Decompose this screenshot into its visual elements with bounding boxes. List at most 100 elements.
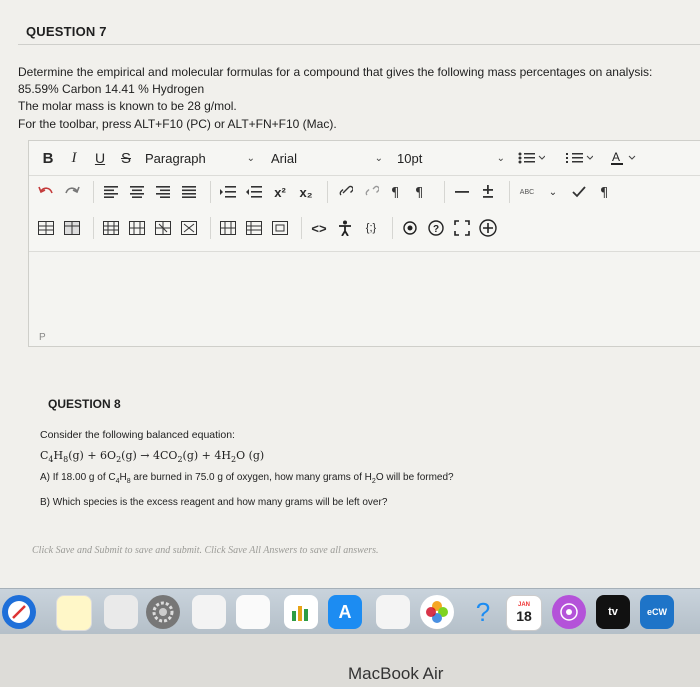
help-app-icon[interactable]: ? <box>466 595 500 629</box>
question-7-line-1: Determine the empirical and molecular fo… <box>18 65 653 79</box>
numbers-icon[interactable] <box>284 595 318 629</box>
toolbar-separator <box>93 217 94 239</box>
spellcheck-button[interactable]: ABC <box>516 179 538 205</box>
part-a-text: H <box>119 472 127 483</box>
add-content-button[interactable] <box>477 215 499 241</box>
checkmark-button[interactable] <box>568 179 590 205</box>
toolbar-row-1: B I U S Paragraph ⌄ Arial ⌄ 10pt ⌄ A <box>29 141 700 176</box>
italic-button[interactable]: I <box>63 145 85 171</box>
align-right-button[interactable] <box>152 179 174 205</box>
podcasts-icon[interactable] <box>552 595 586 629</box>
font-size-select[interactable]: 10pt ⌄ <box>393 145 509 171</box>
redo-button[interactable] <box>61 179 83 205</box>
toolbar-separator <box>327 181 328 203</box>
formula-button[interactable]: {;} <box>360 215 382 241</box>
editor-text-area[interactable]: P <box>29 251 700 346</box>
underline-button[interactable]: U <box>89 145 111 171</box>
bold-button[interactable]: B <box>37 145 59 171</box>
paragraph-select[interactable]: Paragraph ⌄ <box>141 145 259 171</box>
horizontal-line-button[interactable] <box>451 179 473 205</box>
fullscreen-button[interactable] <box>451 215 473 241</box>
table-icon <box>38 221 54 235</box>
notes-icon[interactable] <box>56 595 92 631</box>
cell-properties-icon <box>272 221 288 235</box>
calendar-icon[interactable]: JAN 18 <box>506 595 542 631</box>
insert-table-button[interactable] <box>35 215 57 241</box>
save-instructions: Click Save and Submit to save and submit… <box>32 545 379 556</box>
superscript-button[interactable]: x² <box>269 179 291 205</box>
chevron-down-icon: ⌄ <box>374 152 383 164</box>
eq-part: (g) → 4CO <box>121 449 178 462</box>
horizontal-line-icon <box>455 191 469 193</box>
preview-app-icon[interactable] <box>104 595 138 629</box>
font-family-select-value: Arial <box>271 150 298 166</box>
element-path: P <box>39 332 46 343</box>
strikethrough-button[interactable]: S <box>115 145 137 171</box>
bullet-list-button[interactable] <box>509 145 553 171</box>
undo-icon <box>38 186 53 194</box>
remove-link-button[interactable] <box>360 179 382 205</box>
merge-cells-button[interactable] <box>217 215 239 241</box>
dock: A ? JAN 18 tv eCW <box>0 588 700 635</box>
browser-page: QUESTION 7 Determine the empirical and m… <box>0 0 700 590</box>
eq-part: (g) + 4H <box>182 449 231 462</box>
rtl-button[interactable]: ¶ <box>412 179 434 205</box>
podcast-icon <box>560 603 578 621</box>
split-cells-button[interactable] <box>243 215 265 241</box>
photos-icon[interactable] <box>420 595 454 629</box>
plus-minus-icon <box>483 185 493 198</box>
toolbar-separator <box>301 217 302 239</box>
part-a-text: are burned in 75.0 g of oxygen, how many… <box>130 472 372 483</box>
table-properties-icon <box>64 221 80 235</box>
align-justify-button[interactable] <box>178 179 200 205</box>
plus-minus-button[interactable] <box>477 179 499 205</box>
help-icon: ? <box>428 220 444 236</box>
indent-button[interactable] <box>217 179 239 205</box>
ecw-app-icon[interactable]: eCW <box>640 595 674 629</box>
system-preferences-icon[interactable] <box>146 595 180 629</box>
apple-tv-icon[interactable]: tv <box>596 595 630 629</box>
align-center-button[interactable] <box>126 179 148 205</box>
preview-button[interactable] <box>399 215 421 241</box>
text-color-button[interactable]: A <box>605 145 645 171</box>
accessibility-icon <box>339 220 351 236</box>
source-code-button[interactable]: <> <box>308 215 330 241</box>
safari-icon[interactable] <box>2 595 36 629</box>
eq-part: (g) + 6O <box>68 449 117 462</box>
toolbar-hint: For the toolbar, press ALT+F10 (PC) or A… <box>18 117 337 131</box>
toolbar-separator <box>392 217 393 239</box>
part-a-text: A) If 18.00 g of C <box>40 472 116 483</box>
utilities-icon[interactable] <box>192 595 226 629</box>
align-left-button[interactable] <box>100 179 122 205</box>
numbered-list-button[interactable] <box>557 145 601 171</box>
cell-properties-button[interactable] <box>269 215 291 241</box>
svg-text:¶: ¶ <box>600 186 608 199</box>
svg-text:¶: ¶ <box>391 186 399 199</box>
gear-icon <box>152 601 174 623</box>
toolbar-row-2: x² x₂ ¶ ¶ ABC ⌄ ¶ <box>29 175 700 209</box>
photo-booth-icon[interactable] <box>376 595 410 629</box>
chevron-down-icon[interactable]: ⌄ <box>542 179 564 205</box>
subscript-button[interactable]: x₂ <box>295 179 317 205</box>
delete-table-icon <box>181 221 197 235</box>
app-store-icon[interactable]: A <box>328 595 362 629</box>
accessibility-button[interactable] <box>334 215 356 241</box>
split-cells-icon <box>246 221 262 235</box>
question-7-title: QUESTION 7 <box>26 24 107 39</box>
delete-row-button[interactable] <box>152 215 174 241</box>
delete-table-button[interactable] <box>178 215 200 241</box>
question-8-intro: Consider the following balanced equation… <box>40 429 235 441</box>
keynote-icon[interactable] <box>236 595 270 629</box>
toolbar-separator <box>210 217 211 239</box>
insert-link-button[interactable] <box>334 179 356 205</box>
numbered-list-icon <box>566 153 593 163</box>
undo-button[interactable] <box>35 179 57 205</box>
insert-column-button[interactable] <box>126 215 148 241</box>
insert-row-button[interactable] <box>100 215 122 241</box>
help-button[interactable]: ? <box>425 215 447 241</box>
outdent-button[interactable] <box>243 179 265 205</box>
paragraph-mark-button[interactable]: ¶ <box>594 179 616 205</box>
ltr-button[interactable]: ¶ <box>386 179 408 205</box>
table-properties-button[interactable] <box>61 215 83 241</box>
font-family-select[interactable]: Arial ⌄ <box>267 145 387 171</box>
